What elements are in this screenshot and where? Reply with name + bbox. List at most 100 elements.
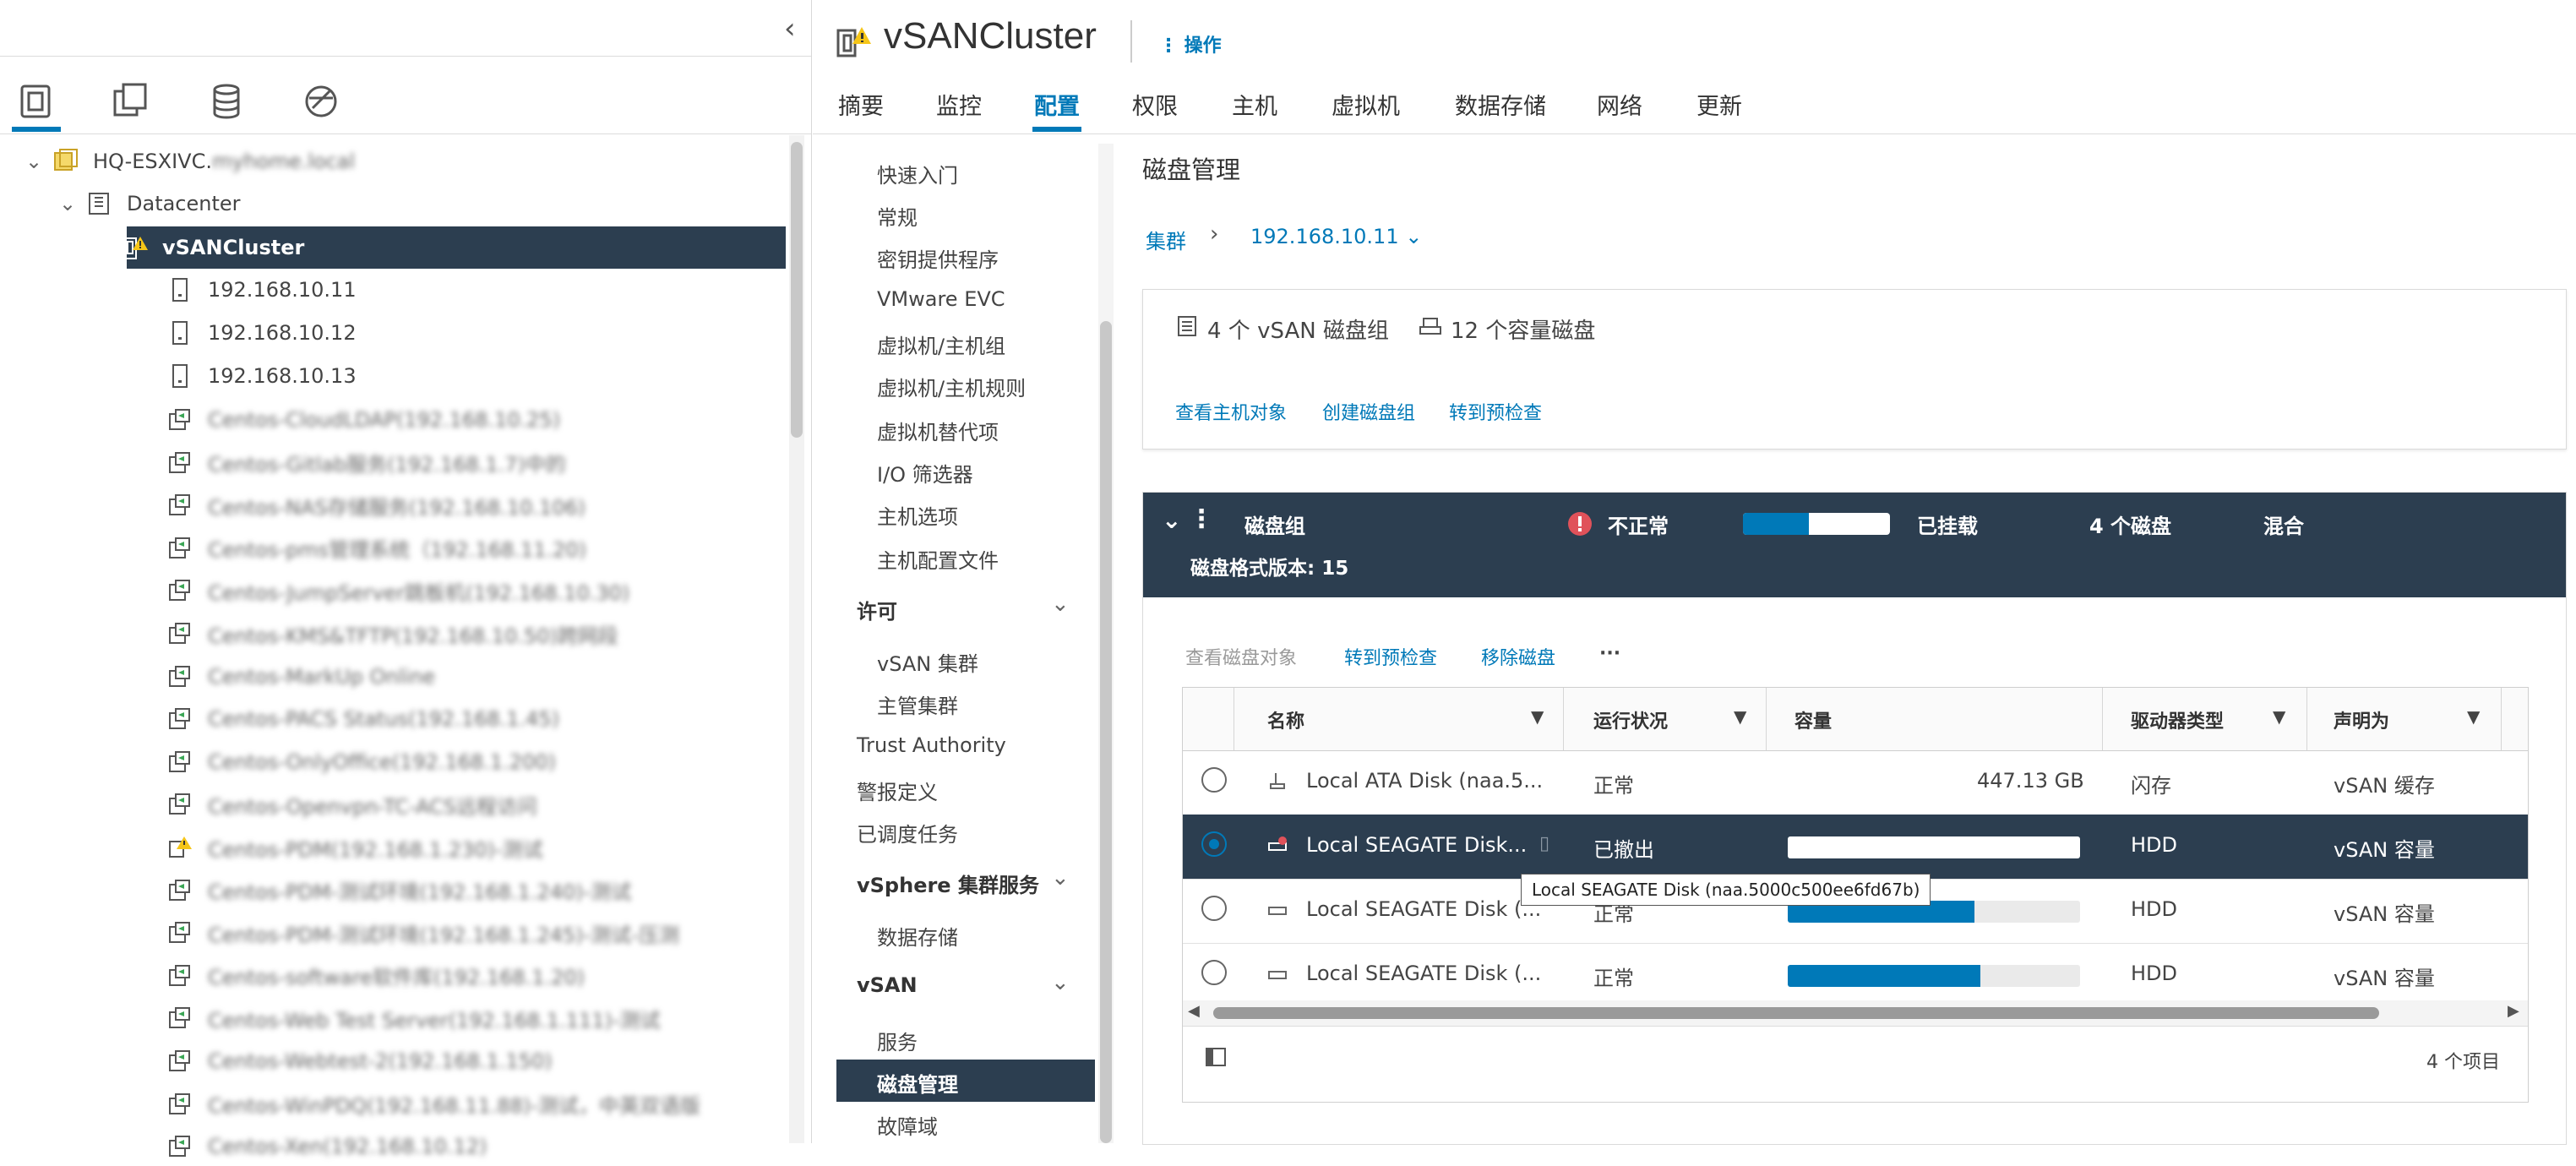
subnav-section-vsphere-cluster-services[interactable]: vSphere 集群服务 <box>857 869 1039 898</box>
vms-templates-tab-icon[interactable] <box>106 78 154 125</box>
tree-node-vcenter[interactable]: ⌄ HQ-ESXIVC.myhome.local <box>25 142 355 181</box>
filter-icon[interactable]: ▼ <box>2273 706 2285 727</box>
collapse-navigator-icon[interactable]: ‹ <box>784 12 796 46</box>
subnav-item-vm-host-rules[interactable]: 虚拟机/主机规则 <box>877 372 1026 401</box>
row-select-radio[interactable] <box>1201 896 1227 921</box>
subnav-item-vsan-cluster[interactable]: vSAN 集群 <box>877 647 978 677</box>
subnav-item-alarm-definitions[interactable]: 警报定义 <box>857 776 938 805</box>
subnav-item-key-provider[interactable]: 密钥提供程序 <box>877 243 999 273</box>
subnav-section-licensing[interactable]: 许可 <box>857 595 897 624</box>
chevron-down-icon[interactable]: ⌄ <box>25 150 51 173</box>
filter-icon[interactable]: ▼ <box>2467 706 2480 727</box>
more-actions-icon[interactable]: ··· <box>1599 643 1620 664</box>
subnav-item-scheduled-tasks[interactable]: 已调度任务 <box>857 818 958 847</box>
view-host-objects-link[interactable]: 查看主机对象 <box>1175 398 1287 425</box>
navigator-scroll-thumb[interactable] <box>791 142 803 438</box>
subnav-item-supervisor-cluster[interactable]: 主管集群 <box>877 689 958 719</box>
view-disk-objects-link[interactable]: 查看磁盘对象 <box>1185 643 1297 670</box>
subnav-item-general[interactable]: 常规 <box>877 201 918 231</box>
tree-node-vm[interactable]: Centos-WinPDQ(192.168.11.88)-测试，中英双语版 <box>166 1085 700 1124</box>
tab-summary[interactable]: 摘要 <box>838 88 884 121</box>
tree-node-vm[interactable]: Centos-PDM-测试环境(192.168.1.240)-测试 <box>166 871 631 910</box>
tab-monitor[interactable]: 监控 <box>936 88 982 121</box>
chevron-down-icon[interactable]: ⌄ <box>1051 970 1070 995</box>
tree-node-vm[interactable]: Centos-JumpServer跳板机(192.168.10.30) <box>166 571 629 610</box>
chevron-down-icon[interactable]: ⌄ <box>1051 591 1070 617</box>
subnav-section-vsan[interactable]: vSAN <box>857 973 918 997</box>
actions-menu-button[interactable]: ⋮ 操作 <box>1159 30 1222 57</box>
tree-node-vm[interactable]: Centos-NAS存储服务(192.168.10.106) <box>166 486 585 525</box>
tab-vms[interactable]: 虚拟机 <box>1332 88 1400 121</box>
tree-node-cluster[interactable]: ⌄ vSANCluster <box>95 228 304 267</box>
tree-node-host[interactable]: 192.168.10.13 <box>166 357 357 395</box>
subnav-item-vm-host-groups[interactable]: 虚拟机/主机组 <box>877 330 1005 359</box>
chevron-down-icon[interactable]: ⌄ <box>1051 865 1070 891</box>
tree-node-vm[interactable]: Centos-Web Test Server(192.168.1.111)-测试 <box>166 999 661 1038</box>
tab-permissions[interactable]: 权限 <box>1132 88 1178 121</box>
chevron-down-icon[interactable]: ⌄ <box>1162 506 1181 534</box>
tab-configure[interactable]: 配置 <box>1034 88 1080 121</box>
scroll-right-icon[interactable]: ▶ <box>2508 1002 2519 1020</box>
subnav-item-trust-authority[interactable]: Trust Authority <box>857 733 1006 757</box>
chevron-down-icon[interactable]: ⌄ <box>95 236 120 259</box>
subnav-item-evc[interactable]: VMware EVC <box>877 287 1005 311</box>
subnav-scroll-thumb[interactable] <box>1100 321 1112 1143</box>
tree-node-vm[interactable]: Centos-PDM-测试环境(192.168.1.245)-测试-压测 <box>166 913 679 952</box>
tree-node-vm[interactable]: Centos-pms管理系统（192.168.11.20) <box>166 529 586 568</box>
subnav-item-quickstart[interactable]: 快速入门 <box>877 159 958 188</box>
go-to-precheck-link[interactable]: 转到预检查 <box>1344 643 1437 670</box>
tree-node-vm[interactable]: Centos-CloudLDAP(192.168.10.25) <box>166 400 560 439</box>
subnav-item-services[interactable]: 服务 <box>877 1026 918 1055</box>
table-row[interactable]: Local SEAGATE Disk... ▯ 已撤出 HDD vSAN 容量 <box>1183 815 2528 880</box>
hosts-clusters-tab-icon[interactable] <box>12 78 59 125</box>
breadcrumb-cluster-link[interactable]: 集群 <box>1146 225 1186 254</box>
subnav-item-disk-management[interactable]: 磁盘管理 <box>877 1068 958 1098</box>
column-header-health[interactable]: 运行状况 <box>1593 706 1668 733</box>
tree-node-vm[interactable]: Centos-Openvpn-TC-ACS远程访问 <box>166 785 537 824</box>
scroll-left-icon[interactable]: ◀ <box>1188 1002 1200 1020</box>
vertical-dots-icon[interactable]: ⋮ <box>1189 504 1214 534</box>
tree-node-vm[interactable]: Centos-PACS Status(192.168.1.45) <box>166 700 559 738</box>
create-disk-group-link[interactable]: 创建磁盘组 <box>1322 398 1415 425</box>
row-select-radio[interactable] <box>1201 960 1227 985</box>
tree-node-vm[interactable]: Centos-OnlyOffice(192.168.1.200) <box>166 743 556 782</box>
table-row[interactable]: Local ATA Disk (naa.5... 正常 447.13 GB 闪存 vSA… <box>1183 750 2528 815</box>
table-scroll-thumb[interactable] <box>1213 1007 2379 1019</box>
table-horizontal-scrollbar[interactable]: ◀ ▶ <box>1183 1000 2528 1026</box>
column-header-capacity[interactable]: 容量 <box>1794 706 1832 733</box>
subnav-item-datastores[interactable]: 数据存储 <box>877 921 958 951</box>
tab-datastores[interactable]: 数据存储 <box>1455 88 1546 121</box>
tree-node-host[interactable]: 192.168.10.12 <box>166 313 357 352</box>
tree-node-vm[interactable]: Centos-Gitlab服务(192.168.1.7)中的 <box>166 444 566 482</box>
remove-disk-link[interactable]: 移除磁盘 <box>1481 643 1555 670</box>
tree-node-host[interactable]: 192.168.10.11 <box>166 270 357 309</box>
networking-tab-icon[interactable] <box>297 78 345 125</box>
row-select-radio[interactable] <box>1201 767 1227 793</box>
column-header-drive-type[interactable]: 驱动器类型 <box>2131 706 2224 733</box>
filter-icon[interactable]: ▼ <box>1734 706 1746 727</box>
subnav-item-vm-overrides[interactable]: 虚拟机替代项 <box>877 416 999 445</box>
storage-tab-icon[interactable] <box>203 78 250 125</box>
tree-node-vm[interactable]: Centos-MarkUp Online <box>166 657 435 696</box>
tab-hosts[interactable]: 主机 <box>1232 88 1277 121</box>
copy-icon[interactable]: ▯ <box>1539 833 1549 854</box>
tree-node-vm[interactable]: Centos-PDM(192.168.1.230)-测试 <box>166 828 543 867</box>
tree-node-datacenter[interactable]: ⌄ Datacenter <box>59 184 241 223</box>
subnav-item-io-filters[interactable]: I/O 筛选器 <box>877 458 973 488</box>
tree-node-vm[interactable]: Centos-KMS&TFTP(192.168.10.50)跨网段 <box>166 614 618 653</box>
tree-node-vm[interactable]: Centos-software软件库(192.168.1.20) <box>166 956 585 995</box>
column-header-claimed-as[interactable]: 声明为 <box>2334 706 2389 733</box>
tree-node-vm[interactable]: Centos-Webtest-2(192.168.1.150) <box>166 1042 553 1081</box>
tab-updates[interactable]: 更新 <box>1696 88 1742 121</box>
chevron-down-icon[interactable]: ⌄ <box>59 192 84 215</box>
row-select-radio[interactable] <box>1201 831 1227 857</box>
column-header-name[interactable]: 名称 <box>1267 706 1304 733</box>
column-toggle-icon[interactable] <box>1205 1047 1227 1071</box>
breadcrumb-host-dropdown[interactable]: 192.168.10.11 ⌄ <box>1250 225 1422 248</box>
subnav-item-host-profile[interactable]: 主机配置文件 <box>877 544 999 574</box>
filter-icon[interactable]: ▼ <box>1531 706 1544 727</box>
disk-group-header[interactable]: ⌄ ⋮ 磁盘组 不正常 已挂载 4 个磁盘 混合 磁盘格式版本: 15 <box>1143 493 2566 597</box>
subnav-item-fault-domains[interactable]: 故障域 <box>877 1110 938 1140</box>
tab-networks[interactable]: 网络 <box>1597 88 1642 121</box>
tree-node-vm[interactable]: Centos-Xen(192.168.10.12) <box>166 1127 487 1166</box>
